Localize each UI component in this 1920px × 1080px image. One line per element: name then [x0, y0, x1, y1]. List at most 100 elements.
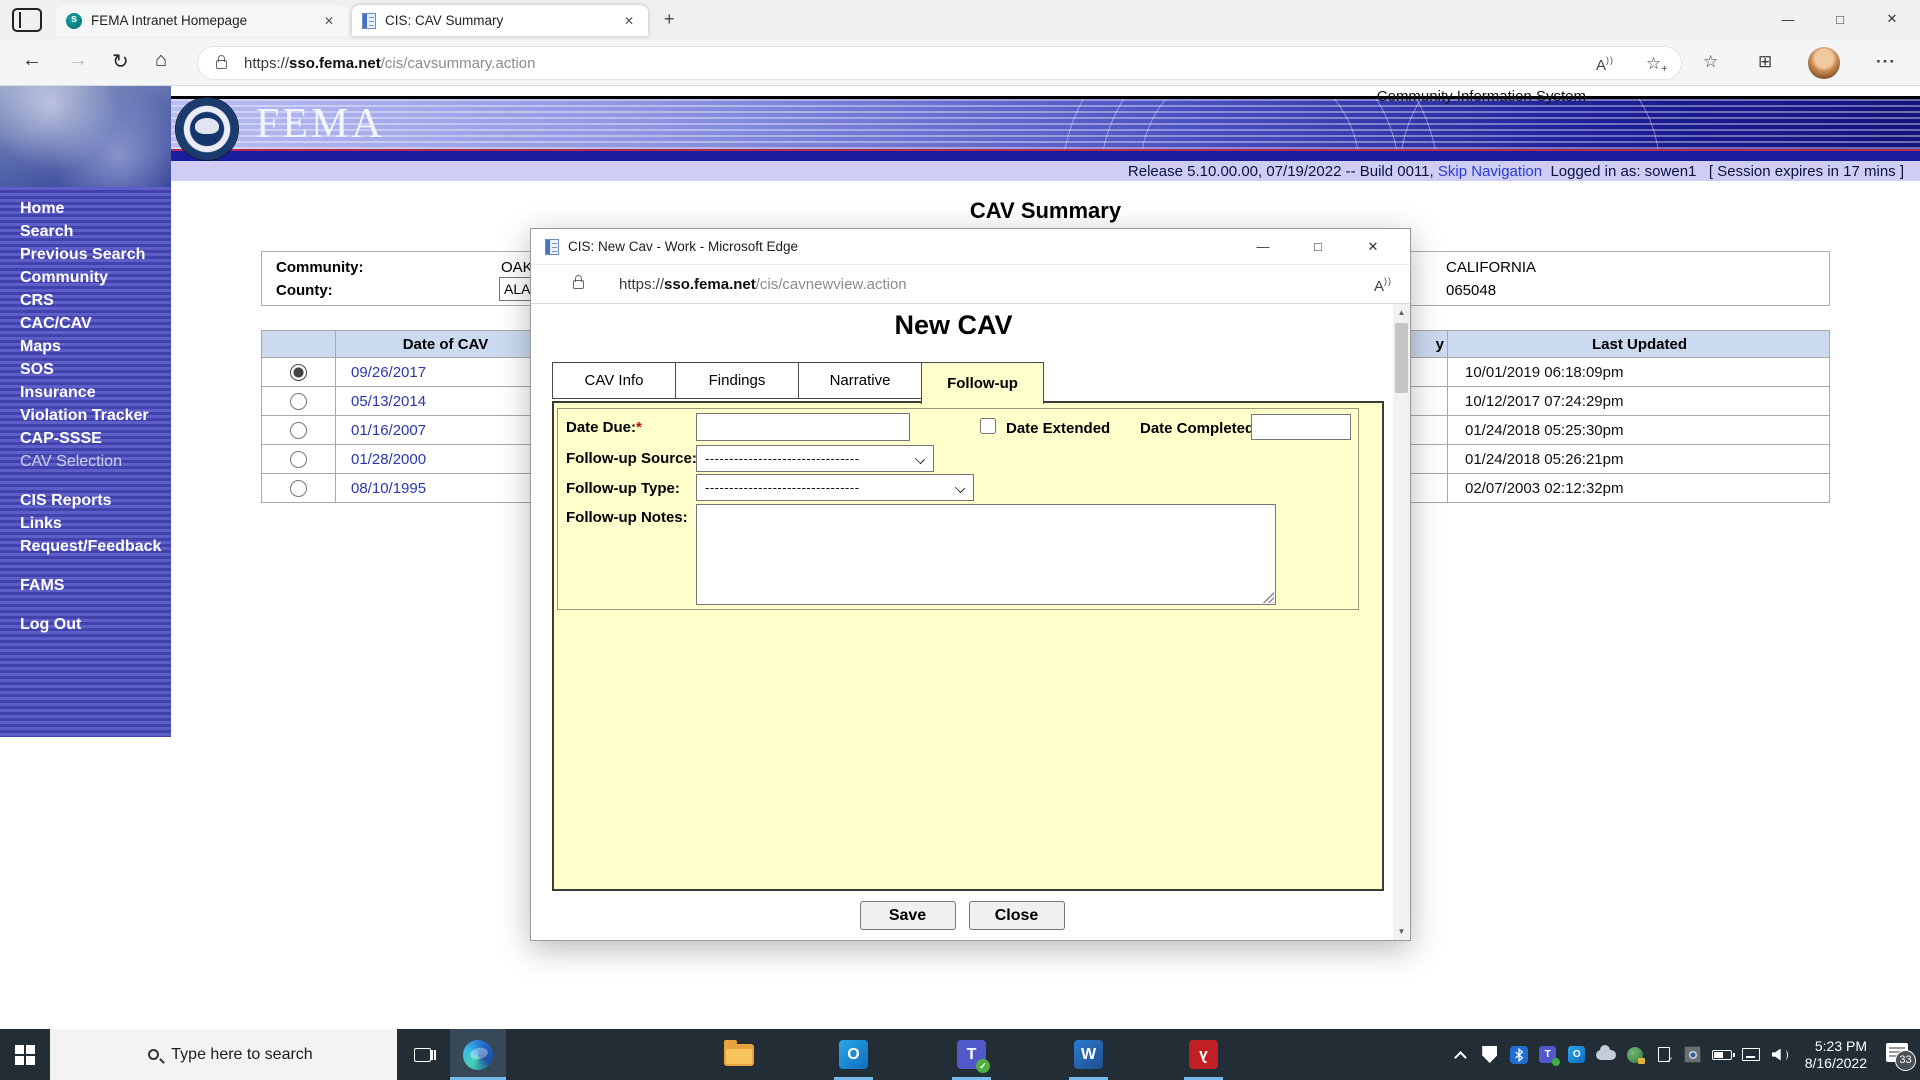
back-icon[interactable]: ← — [22, 49, 42, 72]
cav-date-link[interactable]: 01/28/2000 — [336, 445, 556, 473]
refresh-icon[interactable]: ↻ — [112, 49, 129, 74]
vertical-tabs-icon[interactable] — [12, 8, 42, 32]
cav-date-link[interactable]: 01/16/2007 — [336, 416, 556, 444]
tray-usb-icon[interactable] — [1654, 1044, 1674, 1066]
dialog-close-button[interactable]: ✕ — [1350, 229, 1396, 264]
tray-network-icon[interactable] — [1741, 1044, 1761, 1066]
save-button[interactable]: Save — [859, 901, 956, 930]
radio-column-header — [262, 331, 336, 357]
skip-navigation-link[interactable]: Skip Navigation — [1438, 163, 1542, 180]
task-view-button[interactable] — [400, 1029, 445, 1080]
tab-close-icon[interactable]: ✕ — [320, 14, 338, 28]
new-tab-button[interactable]: + — [664, 9, 675, 30]
cav-row-radio[interactable] — [290, 450, 307, 468]
notification-count-badge: 33 — [1895, 1049, 1916, 1071]
sidebar-item-log-out[interactable]: Log Out — [20, 613, 171, 636]
browser-toolbar: ← → ↻ ⌂ https://sso.fema.net/cis/cavsumm… — [0, 40, 1920, 86]
favorites-icon[interactable]: ☆ — [1703, 52, 1718, 72]
taskbar-file-explorer-button[interactable] — [711, 1029, 766, 1080]
tray-outlook-icon[interactable]: O — [1567, 1044, 1587, 1066]
tray-battery-icon[interactable] — [1711, 1044, 1735, 1066]
dialog-tab-narrative[interactable]: Narrative — [798, 362, 921, 399]
sidebar-item-fams[interactable]: FAMS — [20, 574, 171, 597]
tray-volume-icon[interactable] — [1770, 1044, 1790, 1066]
date-extended-checkbox[interactable] — [980, 418, 996, 434]
sidebar-item-cac-cav[interactable]: CAC/CAV — [20, 312, 171, 335]
tray-vpn-globe-icon[interactable] — [1625, 1044, 1645, 1066]
dialog-minimize-button[interactable]: — — [1240, 229, 1286, 264]
sidebar-item-community[interactable]: Community — [20, 266, 171, 289]
dialog-scrollbar[interactable]: ▲ ▼ — [1393, 304, 1410, 940]
tab-title: CIS: CAV Summary — [385, 13, 504, 28]
settings-more-icon[interactable]: ··· — [1876, 52, 1896, 72]
tray-teams-icon[interactable]: T — [1538, 1044, 1561, 1066]
address-bar[interactable]: https://sso.fema.net/cis/cavsummary.acti… — [197, 46, 1682, 80]
taskbar-word-button[interactable]: W — [1061, 1029, 1116, 1080]
cav-row-radio[interactable] — [290, 479, 307, 497]
cav-date-link[interactable]: 09/26/2017 — [336, 358, 556, 386]
taskbar-outlook-button[interactable]: O — [826, 1029, 881, 1080]
scroll-down-icon[interactable]: ▼ — [1393, 923, 1410, 940]
read-aloud-icon[interactable]: A)) — [1596, 55, 1614, 74]
cav-date-link[interactable]: 08/10/1995 — [336, 474, 556, 502]
collections-icon[interactable]: ⊞ — [1758, 52, 1772, 72]
sidebar-item-insurance[interactable]: Insurance — [20, 381, 171, 404]
sidebar-item-violation-tracker[interactable]: Violation Tracker — [20, 404, 171, 427]
dialog-url-text[interactable]: https://sso.fema.net/cis/cavnewview.acti… — [619, 276, 907, 293]
dialog-maximize-button[interactable]: □ — [1295, 229, 1341, 264]
url-text[interactable]: https://sso.fema.net/cis/cavsummary.acti… — [244, 55, 536, 72]
sidebar-item-crs[interactable]: CRS — [20, 289, 171, 312]
tray-bluetooth-icon[interactable] — [1509, 1044, 1529, 1066]
taskbar-clock[interactable]: 5:23 PM 8/16/2022 — [1799, 1038, 1873, 1072]
scroll-up-icon[interactable]: ▲ — [1393, 304, 1410, 321]
window-close-button[interactable]: ✕ — [1869, 4, 1915, 34]
dialog-tab-follow-up[interactable]: Follow-up — [921, 362, 1044, 404]
window-minimize-button[interactable]: — — [1765, 4, 1811, 34]
followup-type-select[interactable]: -------------------------------- — [696, 474, 974, 501]
forward-icon[interactable]: → — [68, 49, 88, 72]
date-due-input[interactable] — [696, 413, 910, 441]
window-maximize-button[interactable]: □ — [1817, 4, 1863, 34]
dialog-titlebar[interactable]: CIS: New Cav - Work - Microsoft Edge — □… — [531, 229, 1410, 264]
profile-avatar[interactable] — [1808, 47, 1840, 79]
taskbar-acrobat-button[interactable]: λ — [1176, 1029, 1231, 1080]
sidebar-item-previous-search[interactable]: Previous Search — [20, 243, 171, 266]
cav-date-link[interactable]: 05/13/2014 — [336, 387, 556, 415]
tab-fema-intranet[interactable]: FEMA Intranet Homepage ✕ — [56, 5, 348, 36]
browser-tab-bar: FEMA Intranet Homepage ✕ CIS: CAV Summar… — [0, 0, 1920, 40]
tab-title: FEMA Intranet Homepage — [91, 13, 248, 28]
sidebar-item-request-feedback[interactable]: Request/Feedback — [20, 535, 171, 558]
taskbar-teams-button[interactable]: T ✓ — [944, 1029, 999, 1080]
followup-source-select[interactable]: -------------------------------- — [696, 445, 934, 472]
sidebar-item-cap-ssse[interactable]: CAP-SSSE — [20, 427, 171, 450]
dialog-tab-cav-info[interactable]: CAV Info — [552, 362, 675, 399]
sidebar-item-maps[interactable]: Maps — [20, 335, 171, 358]
taskbar-edge-button[interactable] — [450, 1029, 506, 1080]
sidebar-item-links[interactable]: Links — [20, 512, 171, 535]
sidebar-item-sos[interactable]: SOS — [20, 358, 171, 381]
taskbar-search[interactable]: Type here to search — [50, 1029, 397, 1080]
tab-close-icon[interactable]: ✕ — [620, 14, 638, 28]
scrollbar-thumb[interactable] — [1395, 323, 1408, 393]
tray-security-shield-icon[interactable] — [1480, 1044, 1500, 1066]
home-icon[interactable]: ⌂ — [155, 49, 167, 72]
tray-onedrive-icon[interactable] — [1595, 1044, 1616, 1066]
read-aloud-icon[interactable]: A)) — [1374, 276, 1392, 295]
notification-center-button[interactable]: 33 — [1886, 1042, 1916, 1071]
tray-chevron-up-icon[interactable] — [1451, 1044, 1471, 1066]
tab-cis-cav-summary[interactable]: CIS: CAV Summary ✕ — [352, 5, 648, 36]
date-completed-input[interactable] — [1251, 414, 1351, 440]
followup-notes-textarea[interactable] — [696, 504, 1276, 605]
cav-row-radio[interactable] — [290, 363, 307, 381]
start-button[interactable] — [0, 1029, 50, 1080]
sidebar-item-home[interactable]: Home — [20, 197, 171, 220]
close-button[interactable]: Close — [968, 901, 1065, 930]
cav-row-radio[interactable] — [290, 421, 307, 439]
cav-row-radio[interactable] — [290, 392, 307, 410]
followup-notes-label: Follow-up Notes: — [566, 509, 688, 526]
dialog-tab-findings[interactable]: Findings — [675, 362, 798, 399]
sidebar-item-cis-reports[interactable]: CIS Reports — [20, 489, 171, 512]
sidebar-item-search[interactable]: Search — [20, 220, 171, 243]
add-favorite-icon[interactable]: ☆ — [1646, 54, 1661, 73]
tray-media-app-icon[interactable] — [1683, 1044, 1703, 1066]
